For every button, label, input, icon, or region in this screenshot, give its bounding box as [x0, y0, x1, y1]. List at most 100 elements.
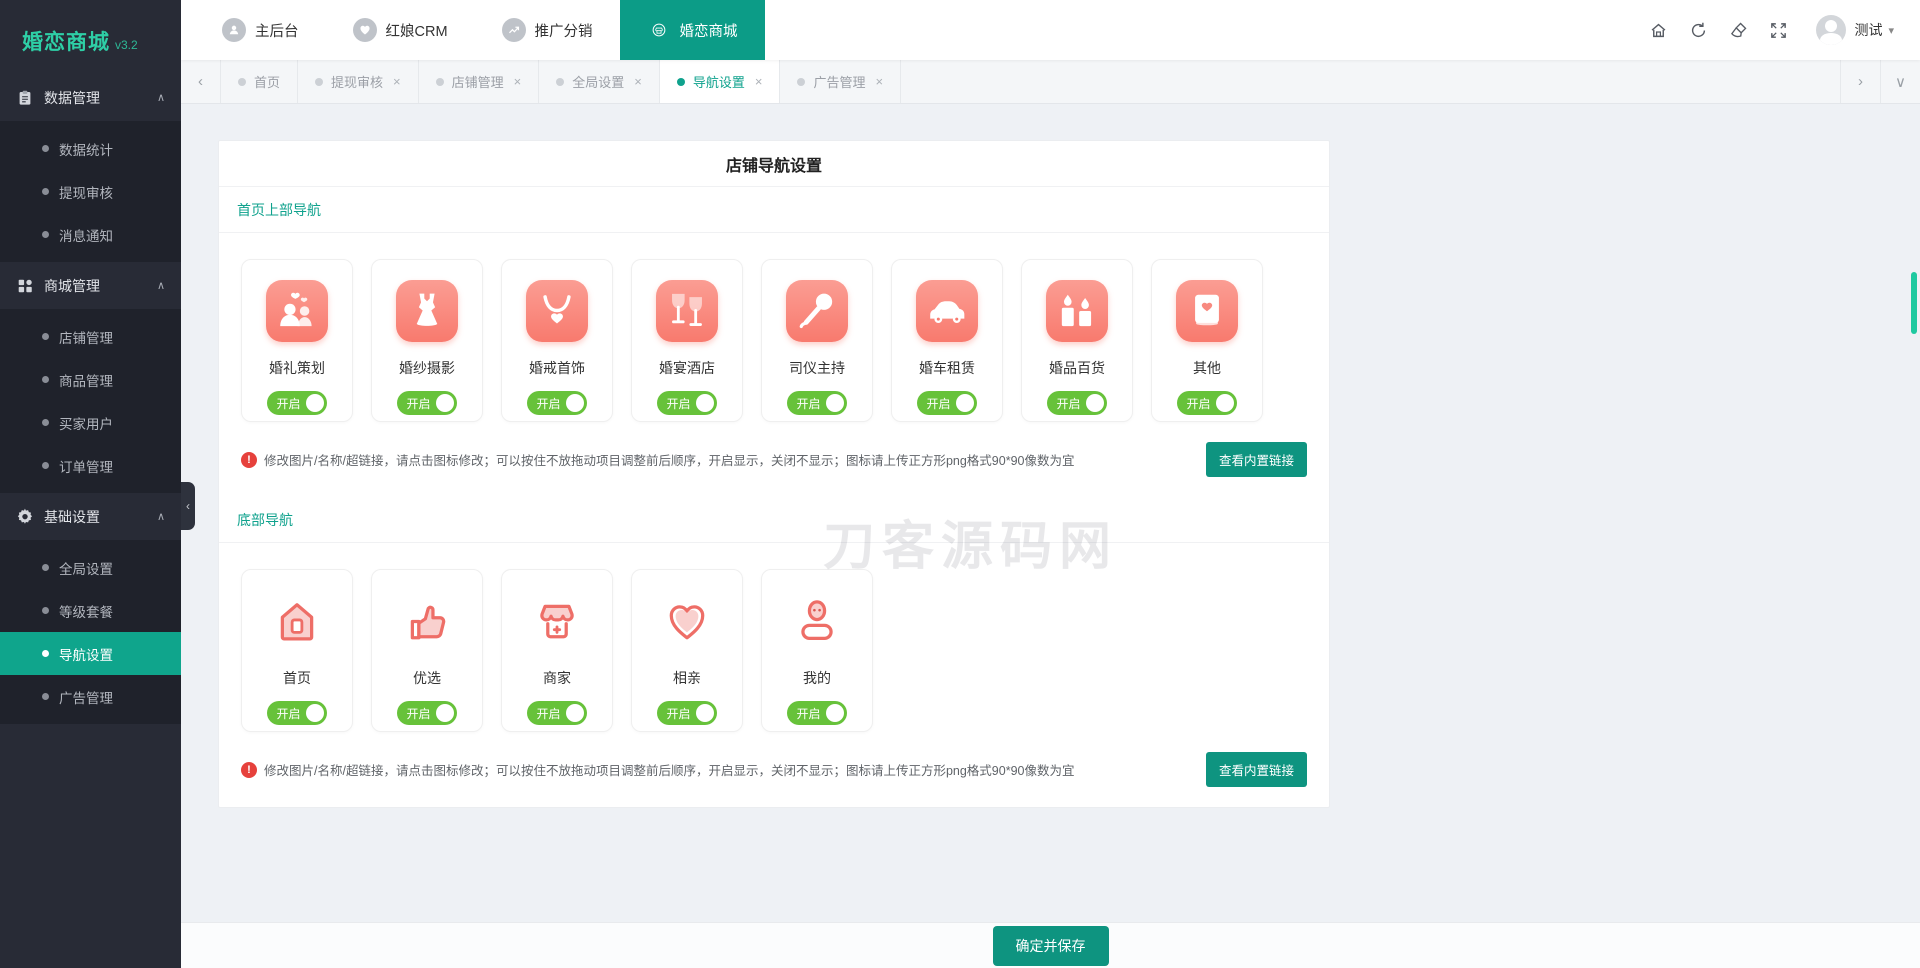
- book-icon[interactable]: [1176, 280, 1238, 342]
- sidebar-item-店铺管理[interactable]: 店铺管理: [0, 315, 181, 358]
- sidebar-item-导航设置[interactable]: 导航设置: [0, 632, 181, 675]
- tabs-scroll-right-button[interactable]: ›: [1840, 60, 1880, 103]
- nav-card-商家[interactable]: 商家开启: [501, 569, 613, 732]
- user-outline-icon[interactable]: [786, 590, 848, 652]
- nav-cards-row: 婚礼策划开启婚纱摄影开启婚戒首饰开启婚宴酒店开启司仪主持开启婚车租赁开启婚品百货…: [219, 233, 1329, 434]
- tab-提现审核[interactable]: 提现审核×: [298, 60, 419, 103]
- close-icon[interactable]: ×: [393, 74, 401, 89]
- tab-导航设置[interactable]: 导航设置×: [660, 60, 781, 103]
- toggle-其他[interactable]: 开启: [1177, 391, 1236, 415]
- tabs-menu-button[interactable]: ∨: [1880, 60, 1920, 103]
- sidebar-item-全局设置[interactable]: 全局设置: [0, 546, 181, 589]
- sidebar-item-广告管理[interactable]: 广告管理: [0, 675, 181, 718]
- close-icon[interactable]: ×: [875, 74, 883, 89]
- thumbs-up-icon[interactable]: [396, 590, 458, 652]
- toggle-婚车租赁[interactable]: 开启: [917, 391, 976, 415]
- database-icon: [16, 89, 34, 107]
- toggle-婚礼策划[interactable]: 开启: [267, 391, 326, 415]
- sidebar-group-items: 数据统计提现审核消息通知: [0, 121, 181, 262]
- toggle-knob: [436, 704, 454, 722]
- bullet-dot-icon: [42, 650, 49, 657]
- nav-card-我的[interactable]: 我的开启: [761, 569, 873, 732]
- nav-card-司仪主持[interactable]: 司仪主持开启: [761, 259, 873, 422]
- sidebar-item-等级套餐[interactable]: 等级套餐: [0, 589, 181, 632]
- tab-全局设置[interactable]: 全局设置 ×: [539, 60, 660, 103]
- workspace-tab-推广分销[interactable]: 推广分销: [475, 0, 620, 60]
- close-icon[interactable]: ×: [634, 74, 642, 89]
- tab-店铺管理[interactable]: 店铺管理×: [419, 60, 540, 103]
- toggle-首页[interactable]: 开启: [267, 701, 326, 725]
- heart-outline-icon[interactable]: [656, 590, 718, 652]
- microphone-icon[interactable]: [786, 280, 848, 342]
- tab-广告管理[interactable]: 广告管理×: [780, 60, 901, 103]
- scrollbar-thumb[interactable]: [1911, 272, 1917, 334]
- clean-icon[interactable]: [1718, 10, 1758, 50]
- tab-dot-icon: [436, 78, 444, 86]
- wine-icon[interactable]: [656, 280, 718, 342]
- sidebar-item-订单管理[interactable]: 订单管理: [0, 444, 181, 487]
- nav-card-婚车租赁[interactable]: 婚车租赁开启: [891, 259, 1003, 422]
- nav-card-婚品百货[interactable]: 婚品百货开启: [1021, 259, 1133, 422]
- bullet-dot-icon: [42, 419, 49, 426]
- toggle-knob: [1086, 394, 1104, 412]
- toggle-司仪主持[interactable]: 开启: [787, 391, 846, 415]
- nav-card-婚宴酒店[interactable]: 婚宴酒店开启: [631, 259, 743, 422]
- workspace-tab-主后台[interactable]: 主后台: [195, 0, 326, 60]
- view-builtin-links-button[interactable]: 查看内置链接: [1206, 752, 1307, 787]
- nav-card-相亲[interactable]: 相亲开启: [631, 569, 743, 732]
- toggle-婚纱摄影[interactable]: 开启: [397, 391, 456, 415]
- nav-card-首页[interactable]: 首页开启: [241, 569, 353, 732]
- car-icon[interactable]: [916, 280, 978, 342]
- chevron-up-icon: ∧: [157, 510, 165, 523]
- refresh-icon[interactable]: [1678, 10, 1718, 50]
- candles-icon[interactable]: [1046, 280, 1108, 342]
- sidebar-collapse-handle[interactable]: ‹: [181, 482, 195, 530]
- workspace-tab-红娘CRM[interactable]: 红娘CRM: [326, 0, 475, 60]
- dress-icon[interactable]: [396, 280, 458, 342]
- tabs-scroll-left-button[interactable]: ‹: [181, 60, 221, 103]
- sidebar-item-买家用户[interactable]: 买家用户: [0, 401, 181, 444]
- necklace-icon[interactable]: [526, 280, 588, 342]
- store-outline-icon[interactable]: [526, 590, 588, 652]
- sidebar-item-label: 商品管理: [59, 370, 113, 390]
- nav-card-婚纱摄影[interactable]: 婚纱摄影开启: [371, 259, 483, 422]
- save-button[interactable]: 确定并保存: [993, 926, 1109, 966]
- sidebar-item-数据统计[interactable]: 数据统计: [0, 127, 181, 170]
- sidebar-group-商城管理[interactable]: 商城管理∧: [0, 262, 181, 309]
- sidebar-group-数据管理[interactable]: 数据管理∧: [0, 74, 181, 121]
- tab-label: 全局设置: [572, 72, 624, 91]
- toggle-我的[interactable]: 开启: [787, 701, 846, 725]
- toggle-婚品百货[interactable]: 开启: [1047, 391, 1106, 415]
- tab-首页[interactable]: 首页: [221, 60, 298, 103]
- sidebar-group-items: 全局设置等级套餐导航设置广告管理: [0, 540, 181, 724]
- nav-card-其他[interactable]: 其他开启: [1151, 259, 1263, 422]
- fullscreen-icon[interactable]: [1758, 10, 1798, 50]
- home-icon[interactable]: [1638, 10, 1678, 50]
- chevron-down-icon[interactable]: ▾: [1888, 24, 1894, 37]
- sidebar-item-商品管理[interactable]: 商品管理: [0, 358, 181, 401]
- toggle-label: 开启: [536, 705, 560, 722]
- toggle-婚宴酒店[interactable]: 开启: [657, 391, 716, 415]
- sidebar-item-label: 等级套餐: [59, 601, 113, 621]
- toggle-商家[interactable]: 开启: [527, 701, 586, 725]
- close-icon[interactable]: ×: [514, 74, 522, 89]
- toggle-优选[interactable]: 开启: [397, 701, 456, 725]
- sidebar-group-基础设置[interactable]: 基础设置∧: [0, 493, 181, 540]
- sidebar-item-消息通知[interactable]: 消息通知: [0, 213, 181, 256]
- view-builtin-links-button[interactable]: 查看内置链接: [1206, 442, 1307, 477]
- page-tabbar: ‹ 首页提现审核×店铺管理×全局设置×导航设置×广告管理× › ∨: [181, 60, 1920, 104]
- couple-icon[interactable]: [266, 280, 328, 342]
- toggle-相亲[interactable]: 开启: [657, 701, 716, 725]
- nav-card-婚戒首饰[interactable]: 婚戒首饰开启: [501, 259, 613, 422]
- action-icons: [1638, 10, 1798, 50]
- nav-card-婚礼策划[interactable]: 婚礼策划开启: [241, 259, 353, 422]
- toggle-婚戒首饰[interactable]: 开启: [527, 391, 586, 415]
- sidebar-item-提现审核[interactable]: 提现审核: [0, 170, 181, 213]
- workspace-tab-婚恋商城[interactable]: 婚恋商城: [620, 0, 765, 60]
- close-icon[interactable]: ×: [755, 74, 763, 89]
- sidebar-item-label: 全局设置: [59, 558, 113, 578]
- home-outline-icon[interactable]: [266, 590, 328, 652]
- avatar[interactable]: [1816, 15, 1846, 45]
- toggle-label: 开启: [796, 395, 820, 412]
- nav-card-优选[interactable]: 优选开启: [371, 569, 483, 732]
